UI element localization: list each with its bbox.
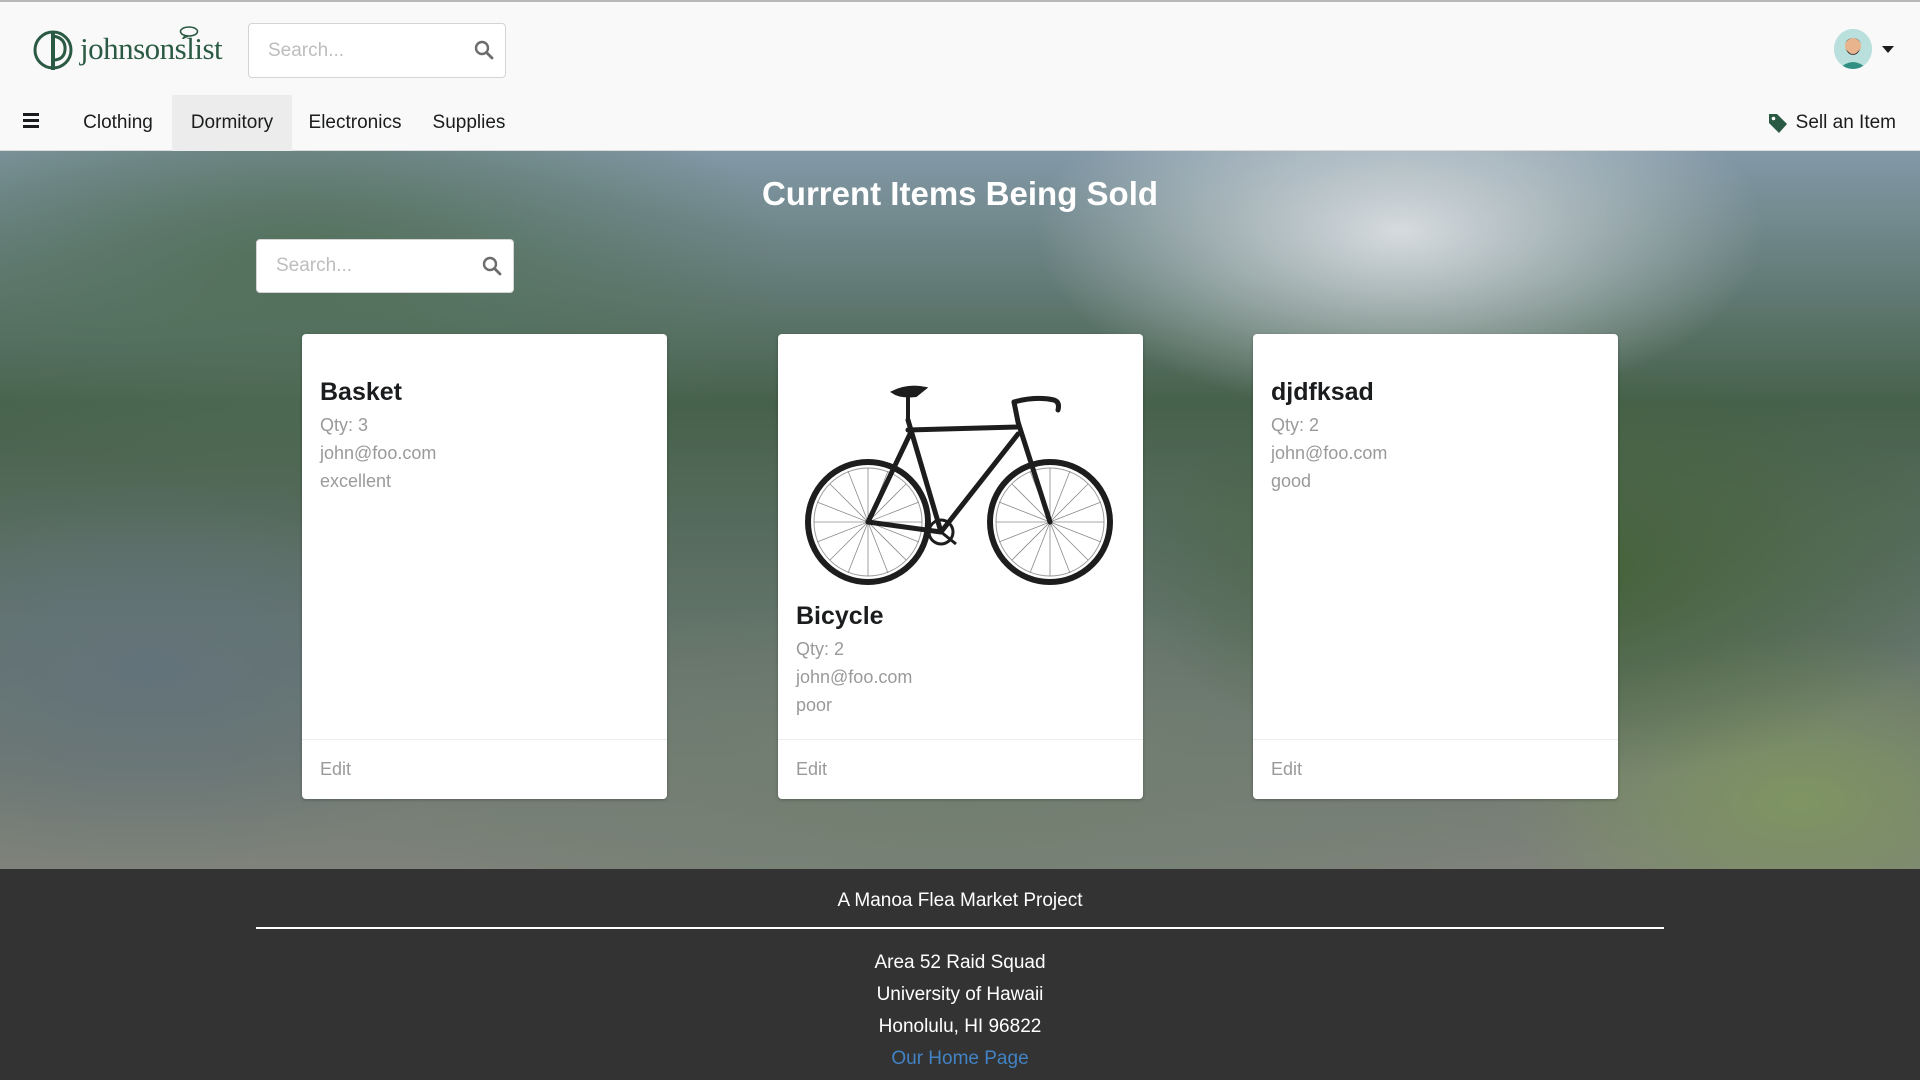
nav-item-electronics[interactable]: Electronics: [292, 95, 418, 151]
caret-down-icon[interactable]: [1882, 45, 1894, 53]
edit-link[interactable]: Edit: [1253, 739, 1618, 799]
page-title: Current Items Being Sold: [761, 175, 1159, 212]
listing-search-input[interactable]: [274, 240, 464, 292]
item-title: Bicycle: [796, 602, 884, 630]
bicycle-image: [805, 385, 1113, 585]
footer-divider: [256, 927, 1664, 929]
sell-item-label: Sell an Item: [1795, 112, 1896, 133]
brand-logo[interactable]: johnsonslist: [32, 24, 223, 74]
edit-link[interactable]: Edit: [302, 739, 667, 799]
footer-line-city: Honolulu, HI 96822: [878, 1016, 1042, 1037]
avatar[interactable]: [1834, 29, 1872, 69]
header-search-input[interactable]: [266, 24, 456, 77]
item-title: Basket: [320, 378, 402, 406]
item-card-djdfksad[interactable]: djdfksad Qty: 2 john@foo.com good Edit: [1253, 334, 1618, 799]
category-nav: Clothing Dormitory Electronics Supplies …: [0, 95, 1920, 151]
item-card-bicycle[interactable]: Bicycle Qty: 2 john@foo.com poor Edit: [778, 334, 1143, 799]
item-condition: poor: [796, 695, 833, 715]
user-menu[interactable]: [1834, 29, 1894, 69]
nav-item-supplies[interactable]: Supplies: [418, 95, 520, 151]
search-icon[interactable]: [474, 40, 494, 60]
item-title: djdfksad: [1271, 378, 1374, 406]
hamburger-icon[interactable]: [23, 113, 39, 128]
brand-name: johnsonslist: [80, 31, 223, 66]
item-qty: Qty: 2: [1271, 415, 1320, 435]
item-email: john@foo.com: [320, 443, 437, 463]
tag-icon: [1768, 114, 1787, 133]
item-condition: good: [1271, 471, 1312, 491]
item-email: john@foo.com: [796, 667, 913, 687]
footer-line-university: University of Hawaii: [876, 984, 1044, 1005]
top-bar: johnsonslist: [0, 0, 1920, 95]
item-qty: Qty: 2: [796, 639, 845, 659]
edit-link[interactable]: Edit: [778, 739, 1143, 799]
footer-title: A Manoa Flea Market Project: [837, 890, 1083, 911]
brand-logo-icon: [33, 30, 73, 70]
speech-bubble-icon: [179, 26, 199, 39]
footer-address: Area 52 Raid Squad University of Hawaii …: [0, 947, 1920, 1075]
listing-search[interactable]: [256, 239, 514, 293]
nav-item-clothing[interactable]: Clothing: [64, 95, 172, 151]
footer: A Manoa Flea Market Project Area 52 Raid…: [0, 869, 1920, 1080]
item-card-basket[interactable]: Basket Qty: 3 john@foo.com excellent Edi…: [302, 334, 667, 799]
footer-line-team: Area 52 Raid Squad: [874, 952, 1046, 973]
sell-item-link[interactable]: Sell an Item: [1768, 95, 1896, 151]
home-page-link[interactable]: Our Home Page: [891, 1048, 1028, 1069]
listing-section: Current Items Being Sold Basket Qty: 3 j…: [0, 151, 1920, 869]
item-condition: excellent: [320, 471, 392, 491]
header-search[interactable]: [248, 23, 506, 78]
nav-item-dormitory[interactable]: Dormitory: [172, 95, 292, 151]
search-icon[interactable]: [482, 256, 502, 276]
avatar-image-icon: [1834, 29, 1872, 69]
item-qty: Qty: 3: [320, 415, 369, 435]
item-email: john@foo.com: [1271, 443, 1388, 463]
